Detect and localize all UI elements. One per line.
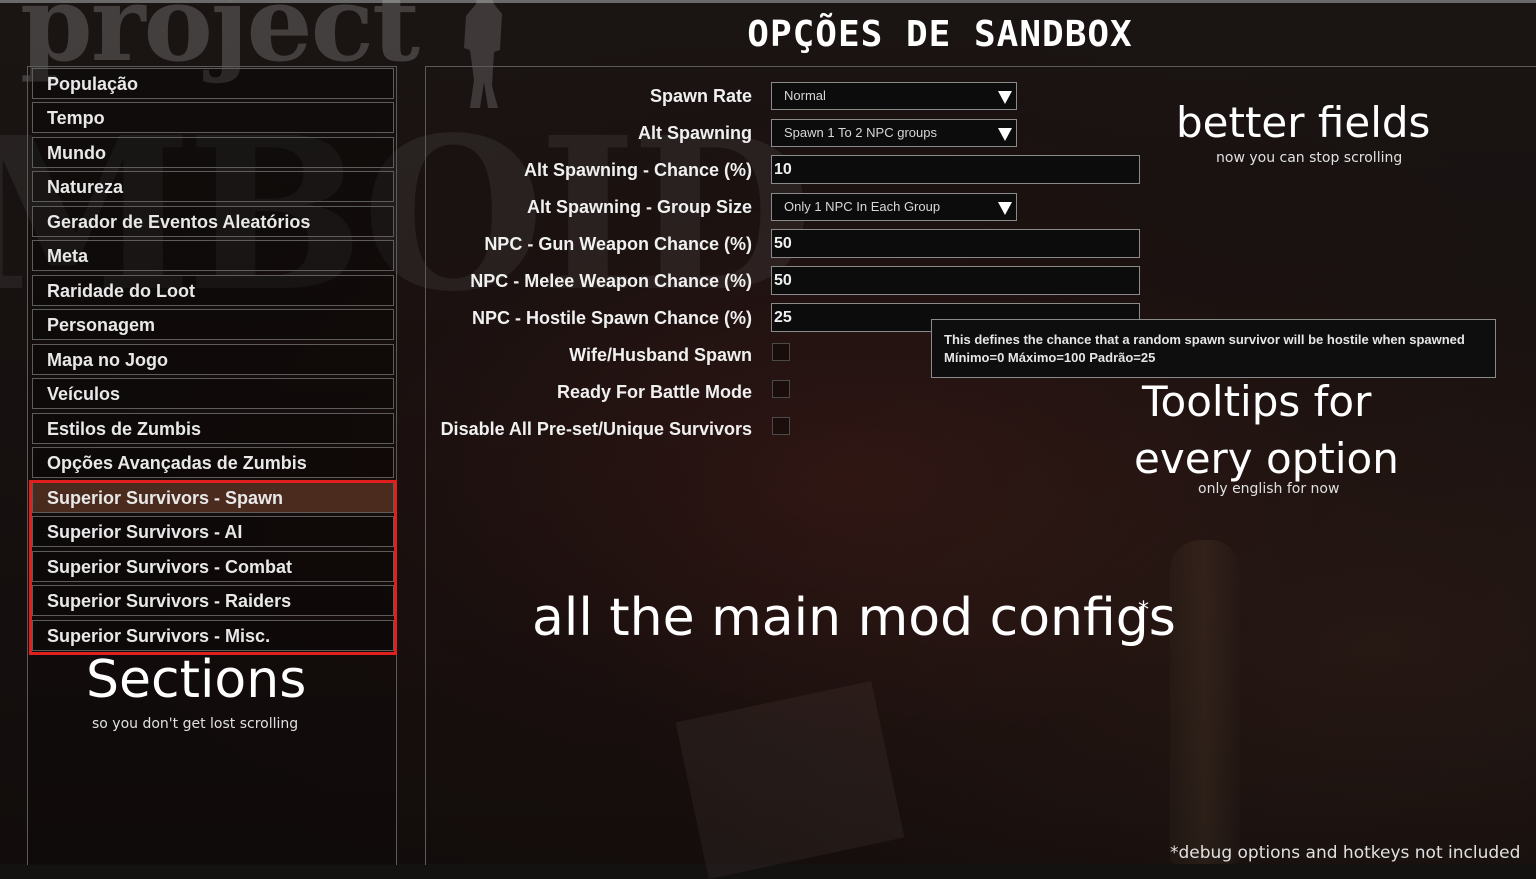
annotation-tooltips-line2: every option xyxy=(1134,434,1399,483)
sidebar-item-ss-misc[interactable]: Superior Survivors - Misc. xyxy=(32,620,394,651)
field-value: 25 xyxy=(774,309,792,326)
sidebar-item-raridade-loot[interactable]: Raridade do Loot xyxy=(32,275,394,306)
sidebar-item-label: Superior Survivors - Misc. xyxy=(47,626,271,646)
field-value: 50 xyxy=(774,272,792,289)
sidebar-item-label: Superior Survivors - Combat xyxy=(47,557,293,577)
sidebar-item-label: Opções Avançadas de Zumbis xyxy=(47,453,307,473)
sidebar-item-mundo[interactable]: Mundo xyxy=(32,137,394,168)
ready-for-battle-label: Ready For Battle Mode xyxy=(556,382,752,402)
annotation-main-configs: all the main mod configs xyxy=(532,588,1176,648)
sidebar-item-mapa-jogo[interactable]: Mapa no Jogo xyxy=(32,344,394,375)
sidebar-item-label: Superior Survivors - Raiders xyxy=(47,591,292,611)
spawn-rate-label: Spawn Rate xyxy=(649,86,752,106)
sidebar-item-estilos-zumbis[interactable]: Estilos de Zumbis xyxy=(32,413,394,444)
sidebar-item-label: Veículos xyxy=(47,384,121,404)
disable-preset-survivors-label: Disable All Pre-set/Unique Survivors xyxy=(440,419,752,439)
page-title: OPÇÕES DE SANDBOX xyxy=(747,14,1133,55)
sidebar-item-label: Superior Survivors - AI xyxy=(47,522,243,542)
sidebar-item-label: População xyxy=(47,74,139,94)
wife-husband-spawn-label: Wife/Husband Spawn xyxy=(569,345,752,365)
sidebar-item-label: Raridade do Loot xyxy=(47,281,195,301)
alt-spawning-group-size-dropdown[interactable]: Only 1 NPC In Each Group xyxy=(771,193,1017,221)
sidebar-item-ss-ai[interactable]: Superior Survivors - AI xyxy=(32,516,394,547)
alt-spawning-chance-field[interactable]: 10 xyxy=(771,155,1140,184)
annotation-better-fields-sub: now you can stop scrolling xyxy=(1216,150,1403,166)
dropdown-arrow-icon xyxy=(998,202,1012,215)
sidebar-item-tempo[interactable]: Tempo xyxy=(32,102,394,133)
field-value: 50 xyxy=(774,235,792,252)
wife-husband-spawn-checkbox[interactable] xyxy=(772,343,790,361)
sidebar-item-label: Tempo xyxy=(47,108,105,128)
hostile-spawn-chance-label: NPC - Hostile Spawn Chance (%) xyxy=(471,308,752,328)
gun-weapon-chance-field[interactable]: 50 xyxy=(771,229,1140,258)
annotation-sections: Sections xyxy=(86,650,307,710)
option-tooltip: This defines the chance that a random sp… xyxy=(931,319,1496,378)
melee-weapon-chance-label: NPC - Melee Weapon Chance (%) xyxy=(470,271,752,291)
annotation-tooltips-sub: only english for now xyxy=(1198,481,1340,497)
alt-spawning-label: Alt Spawning xyxy=(638,123,752,143)
spawn-rate-dropdown[interactable]: Normal xyxy=(771,82,1017,110)
sidebar-item-label: Personagem xyxy=(47,315,156,335)
melee-weapon-chance-field[interactable]: 50 xyxy=(771,266,1140,295)
sidebar-item-personagem[interactable]: Personagem xyxy=(32,309,394,340)
dropdown-value: Normal xyxy=(784,88,826,103)
dropdown-arrow-icon xyxy=(998,128,1012,141)
sidebar-item-ss-combat[interactable]: Superior Survivors - Combat xyxy=(32,551,394,582)
sidebar-item-label: Mundo xyxy=(47,143,106,163)
sidebar-item-label: Superior Survivors - Spawn xyxy=(47,488,284,508)
annotation-better-fields: better fields xyxy=(1176,98,1431,147)
field-value: 10 xyxy=(774,161,792,178)
sidebar-item-ss-spawn[interactable]: Superior Survivors - Spawn xyxy=(32,482,394,513)
tooltip-range: Mínimo=0 Máximo=100 Padrão=25 xyxy=(944,350,1156,365)
sidebar-item-label: Meta xyxy=(47,246,89,266)
alt-spawning-group-size-label: Alt Spawning - Group Size xyxy=(527,197,752,217)
dropdown-value: Spawn 1 To 2 NPC groups xyxy=(784,125,937,140)
disable-preset-survivors-checkbox[interactable] xyxy=(772,417,790,435)
dropdown-value: Only 1 NPC In Each Group xyxy=(784,199,941,214)
ready-for-battle-checkbox[interactable] xyxy=(772,380,790,398)
sidebar-item-label: Natureza xyxy=(47,177,124,197)
sidebar-item-meta[interactable]: Meta xyxy=(32,240,394,271)
sidebar-item-ss-raiders[interactable]: Superior Survivors - Raiders xyxy=(32,585,394,616)
annotation-sections-sub: so you don't get lost scrolling xyxy=(92,716,299,732)
sidebar-item-veiculos[interactable]: Veículos xyxy=(32,378,394,409)
sidebar-item-label: Mapa no Jogo xyxy=(47,350,168,370)
dropdown-arrow-icon xyxy=(998,91,1012,104)
sidebar-item-natureza[interactable]: Natureza xyxy=(32,171,394,202)
game-logo: project xyxy=(20,0,420,85)
tooltip-description: This defines the chance that a random sp… xyxy=(944,332,1465,347)
alt-spawning-chance-label: Alt Spawning - Chance (%) xyxy=(523,160,752,180)
alt-spawning-dropdown[interactable]: Spawn 1 To 2 NPC groups xyxy=(771,119,1017,147)
gun-weapon-chance-label: NPC - Gun Weapon Chance (%) xyxy=(484,234,752,254)
annotation-asterisk: * xyxy=(1138,598,1149,623)
sidebar-item-label: Gerador de Eventos Aleatórios xyxy=(47,212,311,232)
sidebar-item-populacao[interactable]: População xyxy=(32,68,394,99)
sidebar-item-label: Estilos de Zumbis xyxy=(47,419,202,439)
sidebar-item-opcoes-avancadas[interactable]: Opções Avançadas de Zumbis xyxy=(32,447,394,478)
sidebar-item-gerador-eventos[interactable]: Gerador de Eventos Aleatórios xyxy=(32,206,394,237)
annotation-tooltips-line1: Tooltips for xyxy=(1142,377,1372,426)
annotation-footnote: *debug options and hotkeys not included xyxy=(1170,843,1521,863)
sections-sidebar: População Tempo Mundo Natureza Gerador d… xyxy=(27,66,397,865)
